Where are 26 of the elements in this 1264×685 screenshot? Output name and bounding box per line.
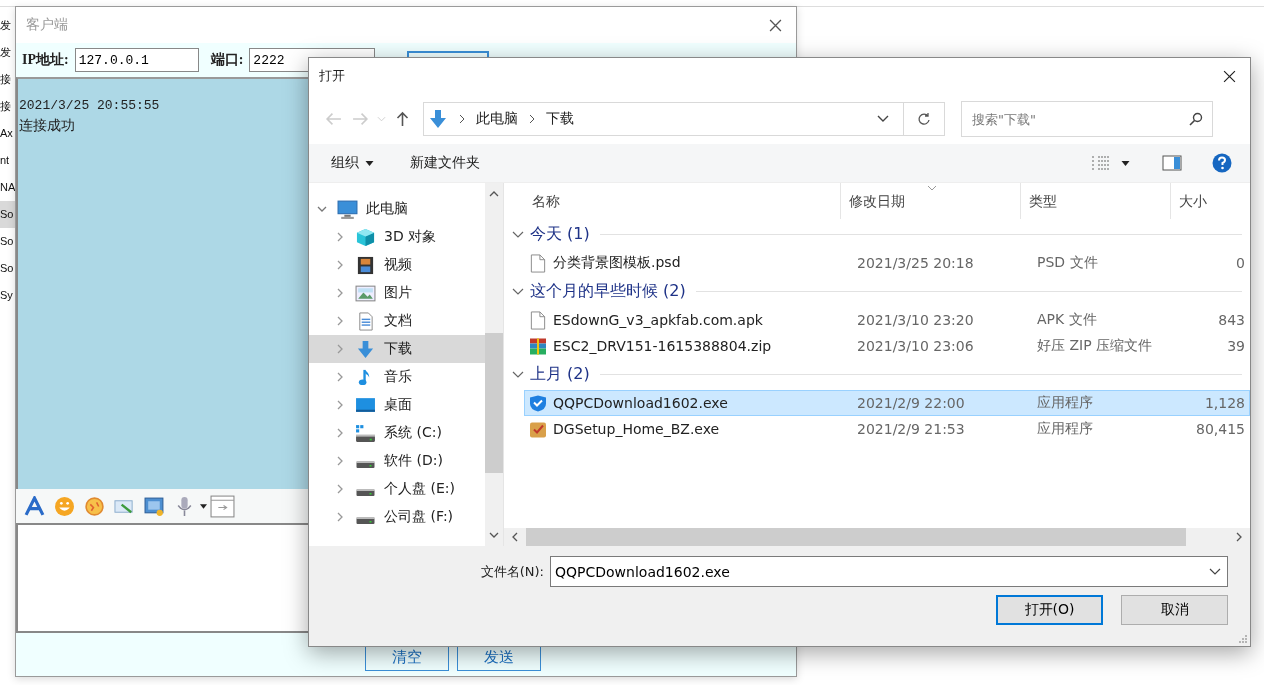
file-date: 2021/3/25 20:18 xyxy=(857,255,975,271)
file-name: DGSetup_Home_BZ.exe xyxy=(553,421,720,437)
file-type: 好压 ZIP 压缩文件 xyxy=(1037,337,1154,355)
port-label: 端口: xyxy=(210,51,244,69)
file-date: 2021/3/10 23:20 xyxy=(857,312,975,328)
file-size: 80,415 xyxy=(1195,421,1246,437)
file-size: 0 xyxy=(1235,255,1246,271)
message-time: 2021/3/25 20:55:55 xyxy=(19,97,160,115)
file-type: APK 文件 xyxy=(1037,311,1098,329)
file-size: 1,128 xyxy=(1203,395,1246,411)
message-text: 连接成功 xyxy=(19,116,75,135)
file-date: 2021/3/10 23:06 xyxy=(857,338,975,354)
file-size: 39 xyxy=(1226,338,1246,354)
file-name: ESdownG_v3_apkfab.com.apk xyxy=(553,312,763,328)
file-date: 2021/2/9 21:53 xyxy=(857,421,966,437)
filename-label: 文件名(N): xyxy=(480,562,544,581)
file-type: 应用程序 xyxy=(1037,394,1094,412)
file-size: 843 xyxy=(1217,312,1246,328)
window-title: 客户端 xyxy=(26,16,69,34)
file-type: PSD 文件 xyxy=(1037,254,1099,272)
file-name: 分类背景图模板.psd xyxy=(553,254,681,272)
file-type: 应用程序 xyxy=(1037,420,1094,438)
file-date: 2021/2/9 22:00 xyxy=(857,395,966,411)
ip-label: IP地址: xyxy=(22,51,69,69)
file-name: ESC2_DRV151-1615388804.zip xyxy=(553,338,772,354)
file-name: QQPCDownload1602.exe xyxy=(553,395,728,411)
